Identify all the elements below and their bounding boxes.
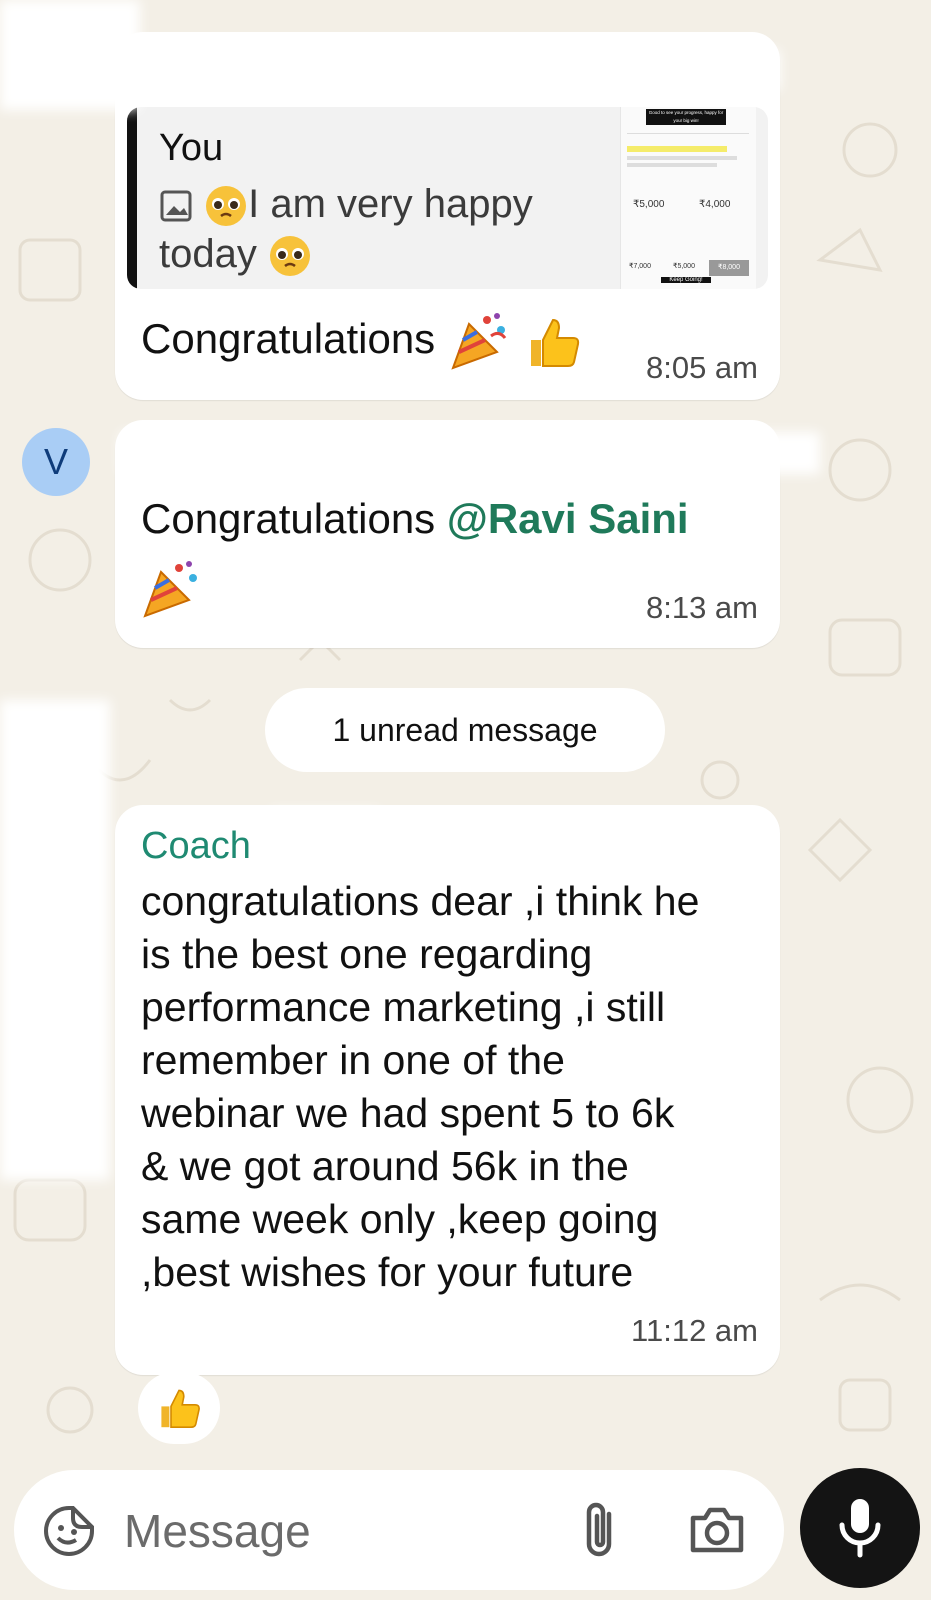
avatar[interactable]: V [22, 428, 90, 496]
thumbnail-caption: Good to see your progress, happy for you… [646, 109, 726, 125]
mic-icon [839, 1499, 881, 1558]
party-popper-icon [143, 561, 197, 618]
thumbnail-footer: Keep Going! [661, 277, 711, 283]
thumbnail-value: ₹5,000 [673, 263, 695, 270]
redaction-mark [140, 50, 780, 90]
camera-icon[interactable] [689, 1506, 745, 1554]
thumbnail-value: ₹5,000 [633, 199, 665, 210]
message-timestamp: 8:13 am [645, 590, 758, 625]
pleading-face-icon [206, 186, 247, 227]
redaction-mark [270, 810, 380, 850]
thumbs-up-icon [530, 318, 579, 367]
redaction-mark [0, 700, 110, 1180]
image-icon [160, 190, 192, 222]
quote-author: You [159, 127, 224, 169]
thumbnail-body [627, 133, 749, 184]
message-text-value: Congratulations [141, 315, 436, 363]
thumbnail-value: ₹7,000 [629, 263, 651, 270]
attach-icon[interactable] [579, 1500, 619, 1562]
reaction-badge[interactable] [138, 1372, 220, 1444]
quote-text: I am very happy today [159, 179, 579, 279]
message-text-value: Congratulations [141, 495, 447, 542]
quoted-message[interactable]: You I am very happy today Good to see yo… [127, 107, 768, 289]
message-text: Congratulations [141, 310, 583, 374]
thumbs-up-icon [161, 1389, 200, 1428]
message-timestamp: 8:05 am [645, 350, 758, 385]
quote-bar [127, 107, 137, 289]
mention-link[interactable]: @Ravi Saini [447, 495, 689, 542]
message-timestamp: 11:12 am [631, 1313, 758, 1348]
mic-button[interactable] [800, 1468, 920, 1588]
thumbnail-value: ₹8,000 [709, 260, 749, 276]
message-text: Congratulations @Ravi Saini [141, 492, 761, 545]
message-bubble[interactable]: Coach congratulations dear ,i think he i… [115, 805, 780, 1375]
message-input[interactable]: Message [124, 1504, 311, 1558]
thumbnail-value: ₹4,000 [699, 199, 731, 210]
redaction-mark [120, 432, 820, 474]
message-input-bar: Message [14, 1470, 784, 1590]
redaction-mark [0, 0, 140, 110]
sender-name[interactable]: Coach [141, 825, 251, 868]
quoted-image-thumbnail[interactable]: Good to see your progress, happy for you… [620, 107, 756, 289]
pleading-face-icon [269, 236, 310, 277]
party-popper-icon [451, 313, 507, 370]
unread-divider: 1 unread message [265, 688, 665, 772]
sticker-icon[interactable] [42, 1504, 96, 1558]
message-text: congratulations dear ,i think he is the … [141, 878, 700, 1295]
